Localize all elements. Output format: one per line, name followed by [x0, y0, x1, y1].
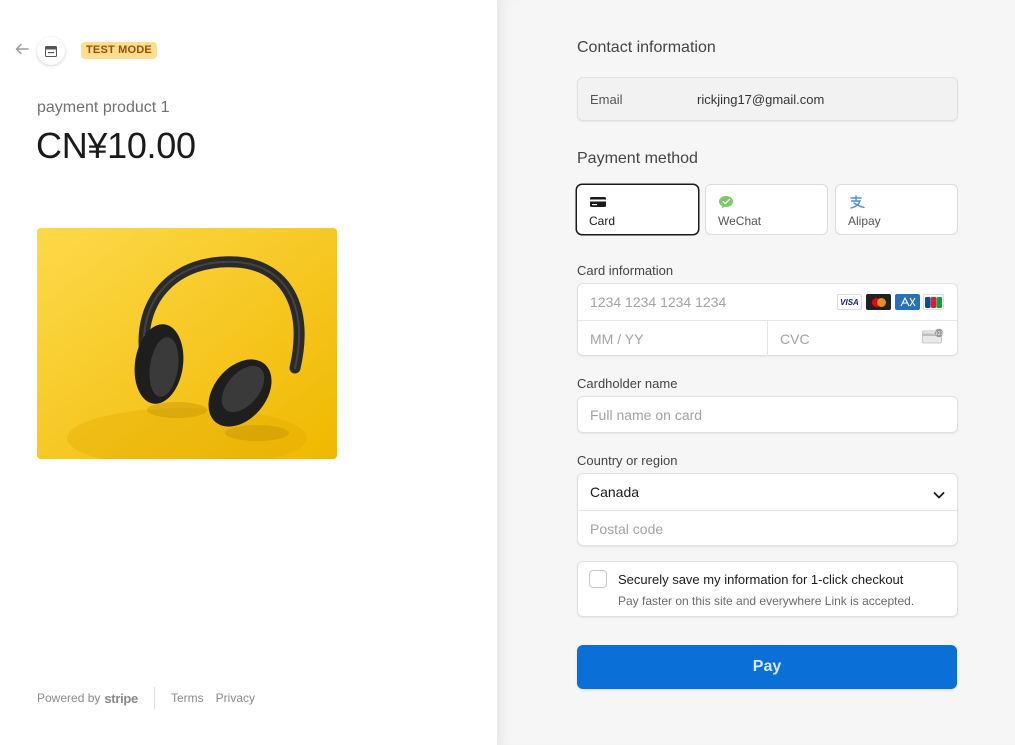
payment-method-alipay[interactable]: Alipay [835, 184, 958, 235]
email-value: rickjing17@gmail.com [697, 92, 825, 107]
country-select[interactable]: Canada [578, 474, 957, 510]
wechat-icon [718, 195, 736, 209]
chevron-down-icon[interactable] [933, 487, 945, 499]
country-postal-group: Canada Postal code [577, 473, 958, 546]
jcb-icon [923, 294, 944, 310]
save-info-box: Securely save my information for 1-click… [577, 561, 958, 617]
contact-section-title: Contact information [577, 39, 716, 56]
footer: Powered by stripe Terms Privacy [37, 687, 267, 709]
postal-code-input[interactable]: Postal code [578, 511, 957, 546]
save-info-title: Securely save my information for 1-click… [618, 572, 904, 587]
cardholder-name-label: Cardholder name [577, 376, 678, 391]
expiry-input[interactable]: MM / YY [578, 321, 767, 356]
store-icon[interactable] [37, 37, 65, 65]
save-info-subtitle: Pay faster on this site and everywhere L… [618, 594, 915, 608]
svg-text:123: 123 [935, 331, 944, 337]
country-selected-value: Canada [590, 484, 640, 500]
privacy-link[interactable]: Privacy [216, 691, 255, 705]
powered-by-text: Powered by [37, 691, 101, 705]
card-information-label: Card information [577, 263, 674, 278]
payment-method-alipay-label: Alipay [848, 214, 881, 228]
amex-icon [895, 294, 920, 310]
test-mode-badge: TEST MODE [81, 42, 157, 59]
product-name: payment product 1 [37, 99, 170, 116]
email-field[interactable]: Email rickjing17@gmail.com [577, 77, 958, 121]
cvc-card-icon: 123 [922, 328, 944, 344]
cardholder-name-input[interactable]: Full name on card [577, 396, 958, 433]
product-price: CN¥10.00 [36, 125, 196, 166]
payment-method-title: Payment method [577, 150, 698, 167]
order-summary-panel: TEST MODE payment product 1 CN¥10.00 Pow… [0, 0, 497, 745]
credit-card-icon [589, 195, 607, 209]
email-label: Email [590, 92, 623, 107]
payment-method-card-label: Card [589, 214, 616, 228]
terms-link[interactable]: Terms [171, 691, 204, 705]
pay-button[interactable]: Pay [577, 645, 957, 689]
payment-method-wechat[interactable]: WeChat [705, 184, 828, 235]
footer-divider [153, 687, 155, 709]
arrow-left-icon[interactable] [14, 41, 32, 59]
postal-code-placeholder: Postal code [590, 520, 664, 537]
save-info-checkbox[interactable] [589, 570, 607, 588]
stripe-logo[interactable]: stripe [104, 691, 138, 706]
cvc-placeholder: CVC [780, 330, 810, 347]
card-information-group: 1234 1234 1234 1234 VISA MM / YY CVC 123 [577, 283, 958, 356]
cardholder-name-placeholder: Full name on card [590, 406, 703, 423]
payment-method-card[interactable]: Card [576, 184, 699, 235]
visa-icon: VISA [837, 294, 862, 310]
card-number-placeholder: 1234 1234 1234 1234 [590, 294, 727, 310]
expiry-placeholder: MM / YY [590, 330, 644, 347]
headphones-image [37, 228, 337, 459]
alipay-icon [848, 195, 866, 209]
mastercard-icon [866, 294, 891, 310]
country-region-label: Country or region [577, 453, 678, 468]
payment-method-wechat-label: WeChat [718, 214, 762, 228]
